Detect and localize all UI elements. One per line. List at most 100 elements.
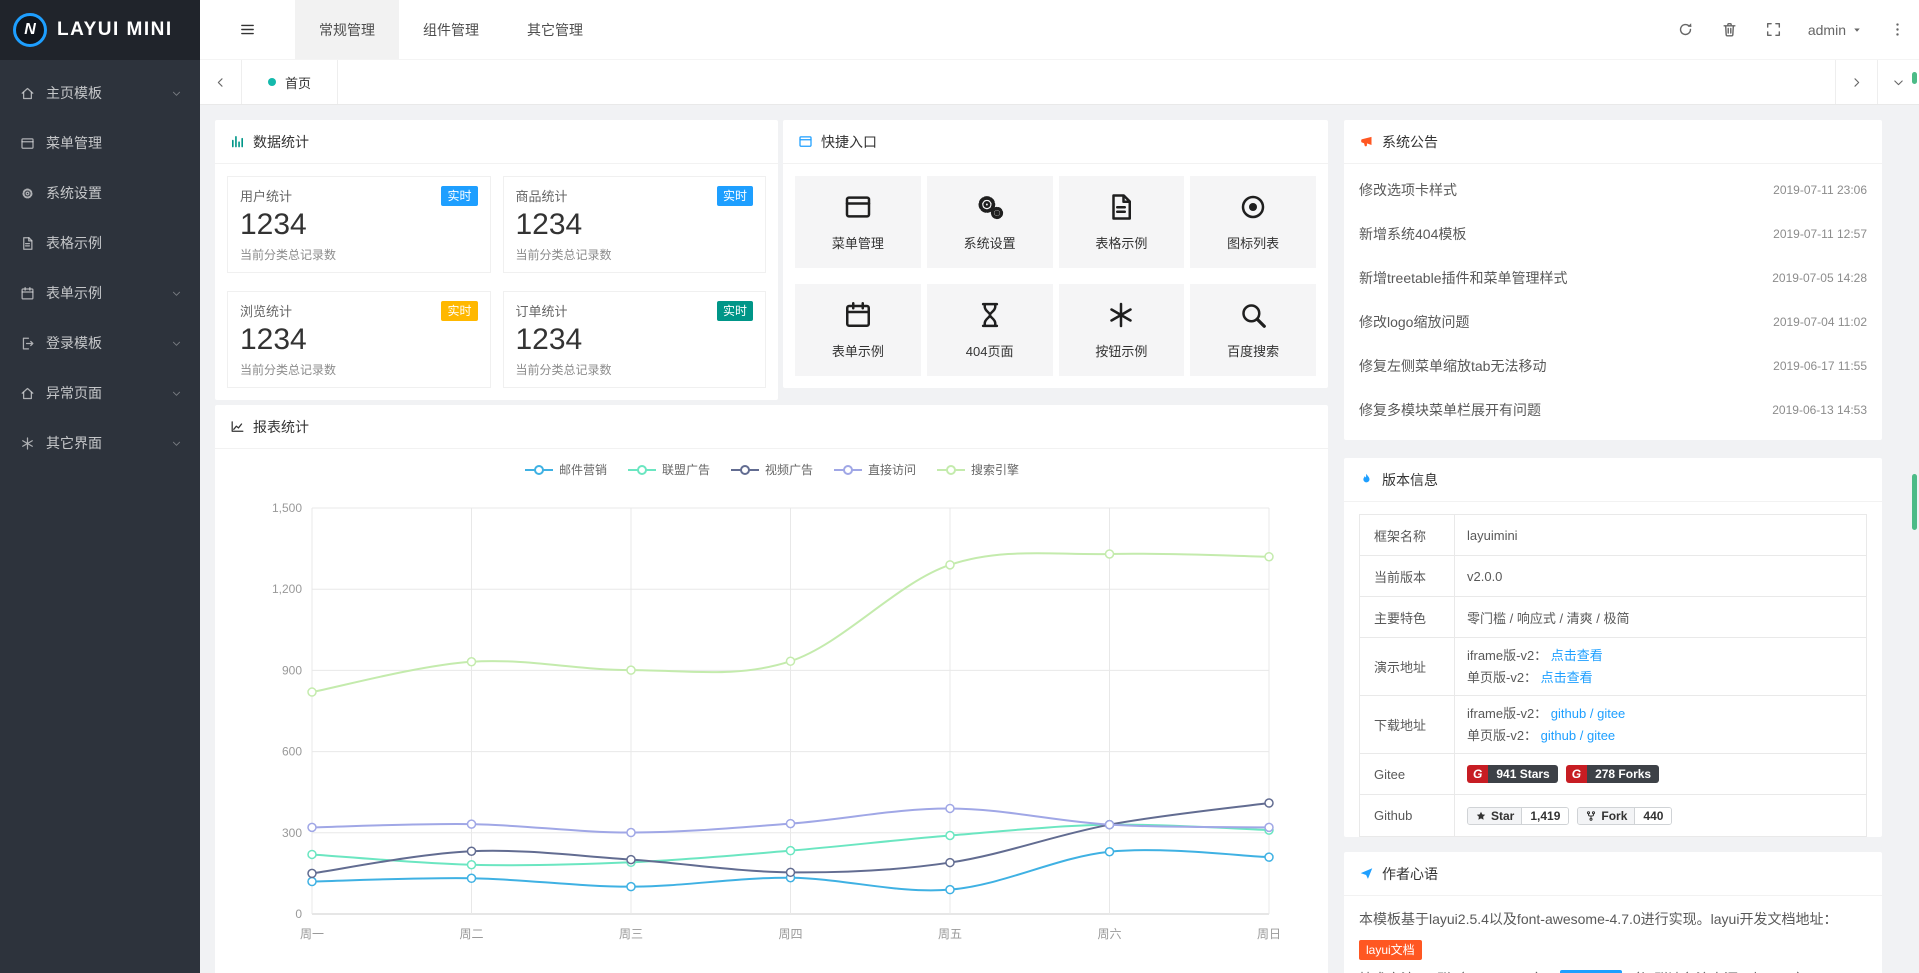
sidebar-item-menu-management[interactable]: 菜单管理 xyxy=(0,118,200,168)
legend-item-搜索引擎[interactable]: 搜索引擎 xyxy=(936,461,1019,478)
tab-home[interactable]: 首页 xyxy=(242,60,338,104)
window-icon xyxy=(843,192,873,222)
author-line1: 本模板基于layui2.5.4以及font-awesome-4.7.0进行实现。… xyxy=(1359,911,1837,927)
quick-entry-label: 表格示例 xyxy=(1095,233,1147,252)
version-line: 单页版-v2： 点击查看 xyxy=(1467,668,1854,687)
version-line: iframe版-v2： 点击查看 xyxy=(1467,646,1854,665)
link-demo-onepage-v2[interactable]: 点击查看 xyxy=(1541,670,1593,685)
header-nav-component-management[interactable]: 组件管理 xyxy=(399,0,503,59)
chevron-down-icon xyxy=(171,388,182,399)
bar-chart-icon xyxy=(230,134,245,149)
sidebar-item-login-template[interactable]: 登录模板 xyxy=(0,318,200,368)
version-row-label: 框架名称 xyxy=(1360,515,1455,555)
collapse-sidebar-button[interactable] xyxy=(200,0,295,59)
stat-desc: 当前分类总记录数 xyxy=(516,361,754,378)
tab-scroll-left-button[interactable] xyxy=(200,60,242,104)
chart-card-title: 报表统计 xyxy=(253,417,309,437)
badge-github-star[interactable]: Star1,419 xyxy=(1467,807,1569,825)
caret-down-icon xyxy=(1851,24,1863,36)
stat-label: 浏览统计 xyxy=(240,301,292,320)
tab-active-dot xyxy=(268,78,276,86)
announcement-date: 2019-06-17 11:55 xyxy=(1773,359,1867,373)
badge-gitee-forks[interactable]: G278 Forks xyxy=(1566,765,1659,783)
quick-entry-baidu-search[interactable]: 百度搜索 xyxy=(1190,284,1316,376)
stat-desc: 当前分类总记录数 xyxy=(240,246,478,263)
content-left-column: 数据统计 用户统计实时1234当前分类总记录数商品统计实时1234当前分类总记录… xyxy=(215,120,1328,973)
svg-text:周四: 周四 xyxy=(778,927,802,941)
badge-github-fork[interactable]: Fork440 xyxy=(1577,807,1672,825)
header-nav-regular-management[interactable]: 常规管理 xyxy=(295,0,399,59)
logo-title: LAYUI MINI xyxy=(57,19,173,41)
legend-item-视频广告[interactable]: 视频广告 xyxy=(730,461,813,478)
quick-entry-icon-list[interactable]: 图标列表 xyxy=(1190,176,1316,268)
version-row-value: layuimini xyxy=(1455,515,1866,555)
svg-text:1,200: 1,200 xyxy=(272,582,302,596)
gears-icon xyxy=(975,192,1005,222)
legend-marker xyxy=(936,464,966,476)
svg-text:周一: 周一 xyxy=(300,927,324,941)
link-demo-iframe-v2[interactable]: 点击查看 xyxy=(1551,648,1603,663)
legend-item-直接访问[interactable]: 直接访问 xyxy=(833,461,916,478)
sidebar-item-table-example[interactable]: 表格示例 xyxy=(0,218,200,268)
scrollbar-thumb[interactable] xyxy=(1912,474,1917,530)
quick-entry-form-example[interactable]: 表单示例 xyxy=(795,284,921,376)
chevron-down-icon xyxy=(1892,76,1905,89)
stats-card-title: 数据统计 xyxy=(253,132,309,152)
version-info-card: 版本信息 框架名称layuimini当前版本v2.0.0主要特色零门槛 / 响应… xyxy=(1344,458,1882,837)
chart-card-header: 报表统计 xyxy=(215,405,1328,449)
badge-gitee-stars[interactable]: G941 Stars xyxy=(1467,765,1558,783)
legend-item-邮件营销[interactable]: 邮件营销 xyxy=(524,461,607,478)
sidebar-item-home-template[interactable]: 主页模板 xyxy=(0,68,200,118)
quick-entry-system-settings[interactable]: 系统设置 xyxy=(927,176,1053,268)
svg-text:0: 0 xyxy=(295,907,302,921)
legend-marker xyxy=(833,464,863,476)
quick-entry-button-example[interactable]: 按钮示例 xyxy=(1059,284,1185,376)
sidebar-item-system-settings[interactable]: 系统设置 xyxy=(0,168,200,218)
fullscreen-button[interactable] xyxy=(1752,0,1796,59)
svg-text:1,500: 1,500 xyxy=(272,501,302,515)
search-icon xyxy=(1238,300,1268,330)
user-menu[interactable]: admin xyxy=(1796,0,1875,59)
quick-entry-label: 表单示例 xyxy=(832,341,884,360)
link-download-onepage-github[interactable]: github xyxy=(1541,728,1576,743)
version-line: 单页版-v2： github / gitee xyxy=(1467,726,1854,745)
version-row-label: 下载地址 xyxy=(1360,696,1455,753)
header-nav-other-management[interactable]: 其它管理 xyxy=(503,0,607,59)
version-row-value: 零门槛 / 响应式 / 清爽 / 极简 xyxy=(1455,597,1866,637)
window-icon xyxy=(798,134,813,149)
svg-text:600: 600 xyxy=(282,745,302,759)
announcements-card-title: 系统公告 xyxy=(1382,132,1438,152)
header-left: 常规管理组件管理其它管理 xyxy=(200,0,607,59)
version-row-label: Gitee xyxy=(1360,754,1455,794)
link-download-iframe-github[interactable]: github xyxy=(1551,706,1586,721)
announcement-date: 2019-07-05 14:28 xyxy=(1772,271,1867,285)
clear-cache-button[interactable] xyxy=(1708,0,1752,59)
sidebar-item-form-example[interactable]: 表单示例 xyxy=(0,268,200,318)
quick-entry-menu-management[interactable]: 菜单管理 xyxy=(795,176,921,268)
layui-docs-badge[interactable]: layui文档 xyxy=(1359,940,1422,960)
scrollbar-thumb-top[interactable] xyxy=(1912,72,1917,84)
svg-text:900: 900 xyxy=(282,663,302,677)
legend-item-联盟广告[interactable]: 联盟广告 xyxy=(627,461,710,478)
stat-desc: 当前分类总记录数 xyxy=(516,246,754,263)
quick-entry-table-example[interactable]: 表格示例 xyxy=(1059,176,1185,268)
legend-marker xyxy=(627,464,657,476)
legend-marker xyxy=(524,464,554,476)
window-icon xyxy=(20,136,35,151)
header: 常规管理组件管理其它管理 admin xyxy=(200,0,1919,60)
version-row-label: 演示地址 xyxy=(1360,638,1455,695)
link-download-onepage-gitee[interactable]: gitee xyxy=(1587,728,1615,743)
version-row-label: 主要特色 xyxy=(1360,597,1455,637)
sidebar-item-other-ui[interactable]: 其它界面 xyxy=(0,418,200,468)
tab-scroll-right-button[interactable] xyxy=(1835,60,1877,104)
logo[interactable]: N LAYUI MINI xyxy=(0,0,200,60)
refresh-button[interactable] xyxy=(1664,0,1708,59)
link-download-iframe-gitee[interactable]: gitee xyxy=(1597,706,1625,721)
stat-box-goods: 商品统计实时1234当前分类总记录数 xyxy=(503,176,767,273)
quick-entry-page-404[interactable]: 404页面 xyxy=(927,284,1053,376)
announcement-text: 修改选项卡样式 xyxy=(1359,180,1457,200)
sidebar-item-error-pages[interactable]: 异常页面 xyxy=(0,368,200,418)
more-menu-button[interactable] xyxy=(1875,0,1919,59)
chevron-down-icon xyxy=(171,88,182,99)
gitee-icon: G xyxy=(1467,765,1488,783)
